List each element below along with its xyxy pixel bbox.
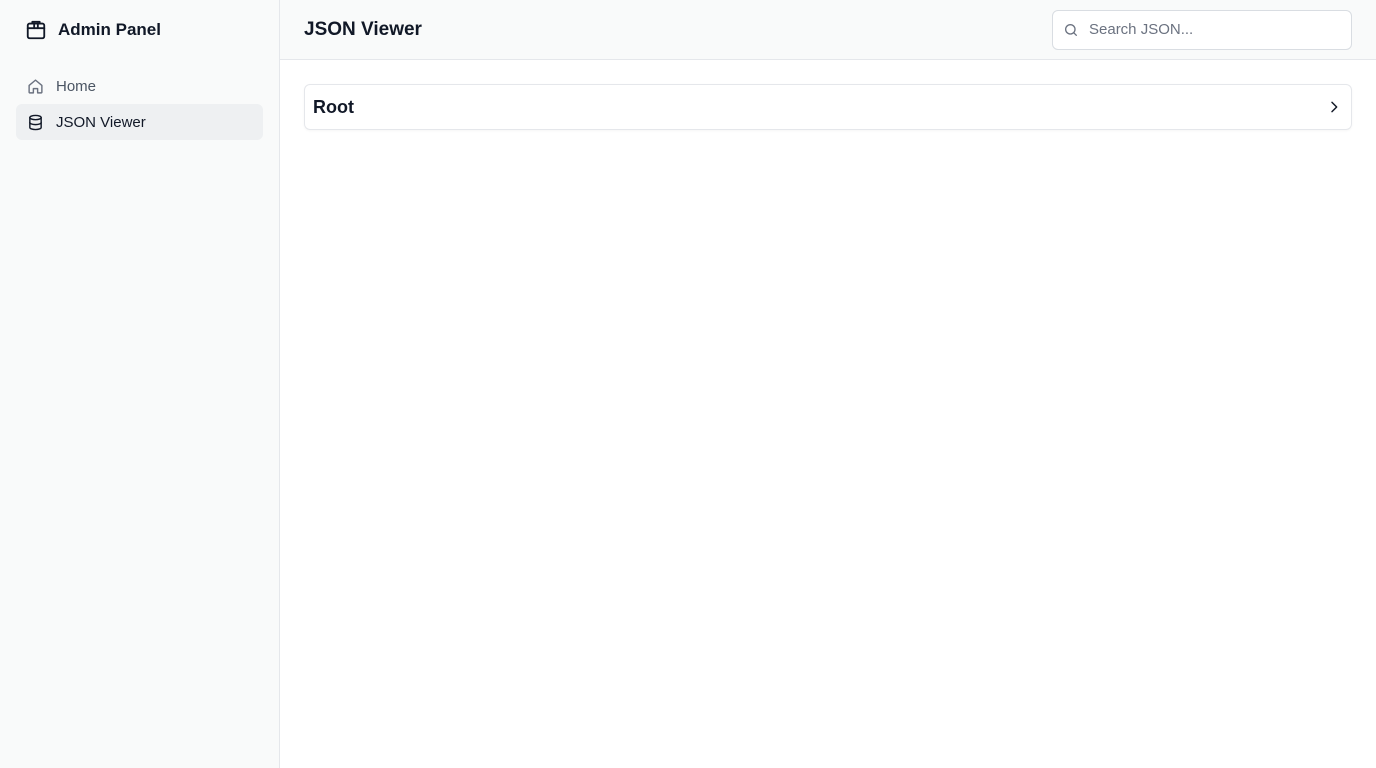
search-icon: [1063, 22, 1079, 38]
sidebar-item-label: JSON Viewer: [56, 113, 146, 131]
sidebar-item-json-viewer[interactable]: JSON Viewer: [16, 104, 263, 140]
sidebar-nav: Home JSON Viewer: [16, 68, 263, 140]
package-icon: [24, 18, 48, 42]
tree-node-root[interactable]: Root: [304, 84, 1352, 130]
app-shell: Admin Panel Home JSON Viewer JSON Viewer…: [0, 0, 1376, 768]
app-title: Admin Panel: [58, 20, 161, 39]
search-box[interactable]: [1052, 9, 1352, 50]
chevron-right-icon[interactable]: [1325, 98, 1343, 116]
json-tree: Root: [280, 60, 1376, 154]
brand: Admin Panel: [16, 0, 263, 60]
sidebar-item-label: Home: [56, 77, 97, 95]
sidebar-item-home[interactable]: Home: [16, 68, 263, 104]
main-area: JSON Viewer Root: [280, 0, 1376, 768]
search-input[interactable]: [1087, 20, 1337, 39]
page-header: JSON Viewer: [280, 0, 1376, 60]
database-icon: [26, 113, 44, 131]
home-icon: [26, 77, 44, 95]
tree-node-label: Root: [313, 96, 354, 117]
page-title: JSON Viewer: [304, 18, 422, 40]
sidebar: Admin Panel Home JSON Viewer: [0, 0, 280, 768]
